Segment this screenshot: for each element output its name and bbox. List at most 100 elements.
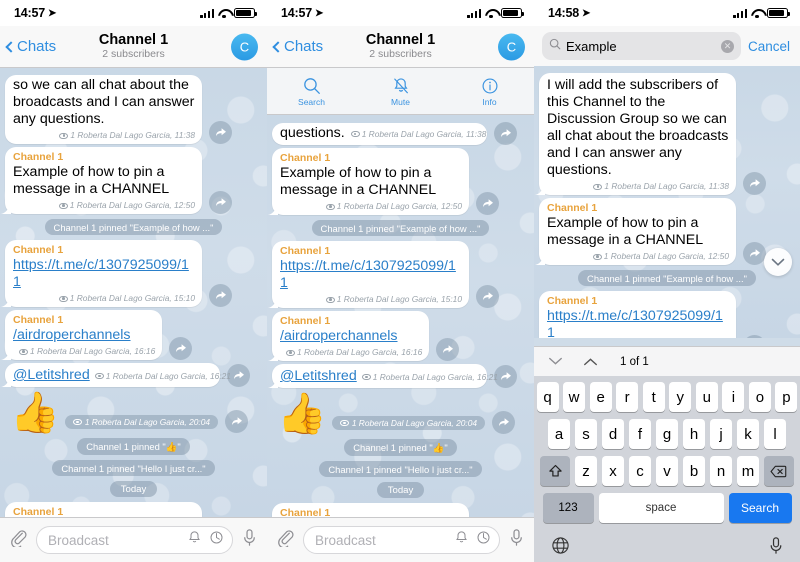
message-bubble[interactable]: Channel 1 Example of how to pin a messag… xyxy=(272,148,469,215)
forward-button[interactable] xyxy=(169,337,193,360)
paperclip-icon[interactable] xyxy=(9,528,28,552)
message-mention[interactable]: @Letitshred xyxy=(13,367,90,384)
message-link[interactable]: https://t.me/c/1307925099/11 xyxy=(547,308,729,338)
avatar[interactable]: C xyxy=(231,33,258,60)
search-prev-button[interactable] xyxy=(583,357,598,366)
forward-button[interactable] xyxy=(209,121,232,144)
broadcast-input[interactable]: Broadcast xyxy=(36,526,233,554)
scroll-to-bottom-button[interactable] xyxy=(764,248,792,276)
timer-icon[interactable] xyxy=(476,530,491,550)
key-m[interactable]: m xyxy=(736,456,760,486)
message-bubble[interactable]: questions. 1 Roberta Dal Lago Garcia, 11… xyxy=(272,123,487,145)
key-o[interactable]: o xyxy=(748,382,771,412)
space-key[interactable]: space xyxy=(598,493,724,523)
microphone-icon[interactable] xyxy=(768,536,784,560)
message-bubble[interactable]: Channel 1 /airdroperchannels 1 Roberta D… xyxy=(5,310,163,360)
search-key[interactable]: Search xyxy=(728,493,792,523)
key-h[interactable]: h xyxy=(682,419,706,449)
key-p[interactable]: p xyxy=(775,382,798,412)
message-bubble[interactable]: @Letitshred 1 Roberta Dal Lago Garcia, 1… xyxy=(5,363,231,387)
mute-action-button[interactable]: Mute xyxy=(356,68,445,114)
message-link[interactable]: https://t.me/c/1307925099/11 xyxy=(13,257,195,291)
forward-button[interactable] xyxy=(743,335,766,338)
key-i[interactable]: i xyxy=(722,382,745,412)
microphone-icon[interactable] xyxy=(241,528,258,552)
key-k[interactable]: k xyxy=(736,419,760,449)
key-c[interactable]: c xyxy=(628,456,652,486)
key-z[interactable]: z xyxy=(574,456,598,486)
message-link[interactable]: https://t.me/c/1307925099/11 xyxy=(280,258,462,292)
key-e[interactable]: e xyxy=(589,382,612,412)
back-button[interactable]: Chats xyxy=(0,38,56,55)
clear-circle-icon[interactable]: ✕ xyxy=(720,39,734,53)
timer-icon[interactable] xyxy=(209,530,224,550)
eye-icon xyxy=(58,295,68,302)
key-a[interactable]: a xyxy=(547,419,571,449)
thumbs-up-emoji: 👍 xyxy=(277,392,327,436)
cancel-button[interactable]: Cancel xyxy=(748,39,792,54)
message-bubble[interactable]: so we can all chat about the broadcasts … xyxy=(5,75,202,144)
key-q[interactable]: q xyxy=(536,382,559,412)
message-list[interactable]: so we can all chat about the broadcasts … xyxy=(0,68,267,517)
forward-button[interactable] xyxy=(743,172,766,195)
paperclip-icon[interactable] xyxy=(276,528,295,552)
status-time-text: 14:57 xyxy=(281,6,312,20)
forward-button[interactable] xyxy=(476,192,499,215)
key-r[interactable]: r xyxy=(616,382,639,412)
message-bubble[interactable]: Channel 1 Example of how to pin a messag… xyxy=(539,198,736,265)
key-b[interactable]: b xyxy=(682,456,706,486)
search-next-button[interactable] xyxy=(548,357,563,366)
microphone-icon[interactable] xyxy=(508,528,525,552)
forward-button[interactable] xyxy=(476,285,499,308)
key-s[interactable]: s xyxy=(574,419,598,449)
key-j[interactable]: j xyxy=(709,419,733,449)
key-w[interactable]: w xyxy=(563,382,586,412)
message-list[interactable]: I will add the subscribers of this Chann… xyxy=(534,66,800,338)
forward-button[interactable] xyxy=(209,284,232,307)
message-bubble[interactable]: Channel 1 /airdroperchannels 1 Roberta D… xyxy=(272,311,430,361)
message-bubble[interactable]: Channel 1 The EYE ICON is in the bottom … xyxy=(272,503,469,517)
key-y[interactable]: y xyxy=(669,382,692,412)
message-bubble[interactable]: Channel 1 https://t.me/c/1307925099/11 1… xyxy=(539,291,736,338)
message-bubble[interactable]: Channel 1 https://t.me/c/1307925099/11 1… xyxy=(5,240,202,307)
bell-icon[interactable] xyxy=(187,530,202,550)
back-button[interactable]: Chats xyxy=(267,38,323,55)
key-g[interactable]: g xyxy=(655,419,679,449)
message-mention[interactable]: @Letitshred xyxy=(280,368,357,385)
broadcast-input[interactable]: Broadcast xyxy=(303,526,500,554)
forward-button[interactable] xyxy=(209,191,232,214)
eye-icon xyxy=(325,203,335,210)
numbers-key[interactable]: 123 xyxy=(542,493,594,523)
globe-icon[interactable] xyxy=(551,536,570,560)
forward-button[interactable] xyxy=(492,411,516,434)
shift-icon[interactable] xyxy=(540,456,571,486)
keyboard-row-1: q w e r t y u i o p xyxy=(536,382,798,412)
key-f[interactable]: f xyxy=(628,419,652,449)
avatar[interactable]: C xyxy=(498,33,525,60)
forward-button[interactable] xyxy=(494,122,517,145)
message-list[interactable]: questions. 1 Roberta Dal Lago Garcia, 11… xyxy=(267,115,534,517)
key-v[interactable]: v xyxy=(655,456,679,486)
search-input[interactable]: Example ✕ xyxy=(542,32,741,60)
message-bubble[interactable]: Channel 1 Example of how to pin a messag… xyxy=(5,147,202,214)
forward-button[interactable] xyxy=(436,338,460,361)
forward-button[interactable] xyxy=(743,242,766,265)
message-bubble[interactable]: I will add the subscribers of this Chann… xyxy=(539,73,736,195)
forward-button[interactable] xyxy=(225,410,249,433)
search-action-button[interactable]: Search xyxy=(267,68,356,114)
backspace-icon[interactable] xyxy=(763,456,794,486)
bell-icon[interactable] xyxy=(454,530,469,550)
message-bubble[interactable]: Channel 1 https://t.me/c/1307925099/11 1… xyxy=(272,241,469,308)
search-result-nav: 1 of 1 xyxy=(534,346,800,376)
message-command[interactable]: /airdroperchannels xyxy=(13,327,155,344)
key-u[interactable]: u xyxy=(695,382,718,412)
key-n[interactable]: n xyxy=(709,456,733,486)
key-d[interactable]: d xyxy=(601,419,625,449)
key-l[interactable]: l xyxy=(763,419,787,449)
message-command[interactable]: /airdroperchannels xyxy=(280,328,422,345)
key-x[interactable]: x xyxy=(601,456,625,486)
key-t[interactable]: t xyxy=(642,382,665,412)
message-bubble[interactable]: @Letitshred 1 Roberta Dal Lago Garcia, 1… xyxy=(272,364,498,388)
message-bubble[interactable]: Channel 1 The EYE ICON is in the bottom … xyxy=(5,502,202,517)
info-action-button[interactable]: Info xyxy=(445,68,534,114)
